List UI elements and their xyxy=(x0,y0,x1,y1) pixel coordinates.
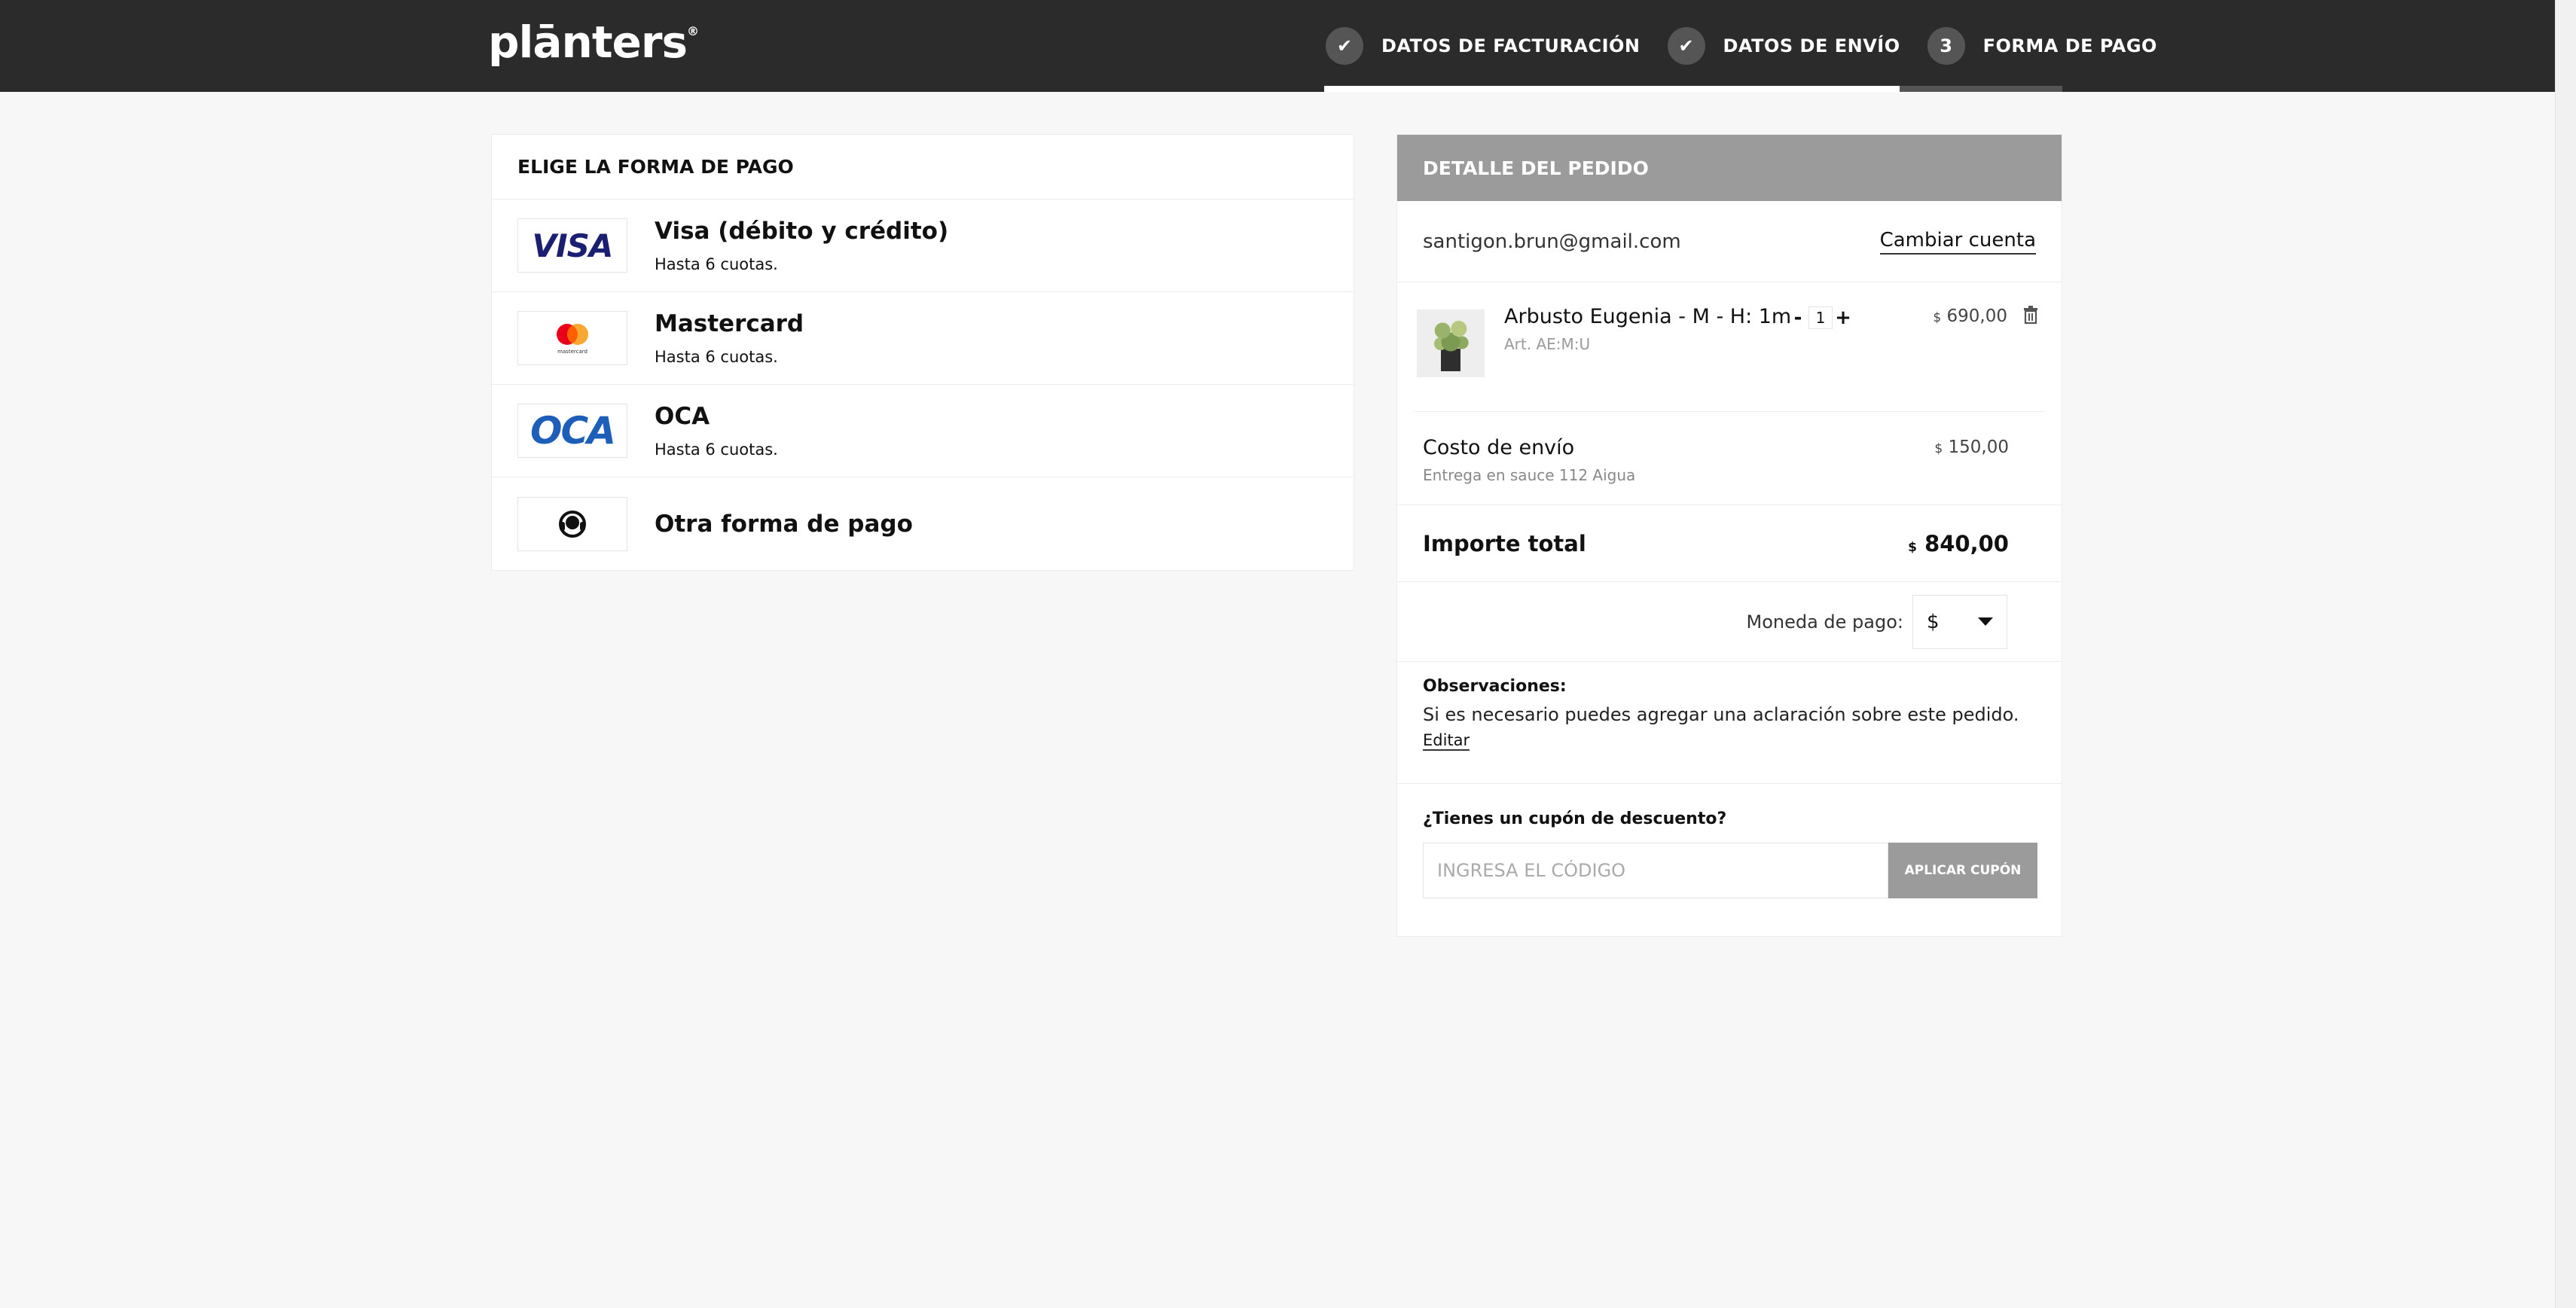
product-price: $ 690,00 xyxy=(1933,306,2007,326)
payment-option-other[interactable]: Otra forma de pago xyxy=(492,477,1354,570)
currency-select[interactable]: $ xyxy=(1912,594,2007,649)
payment-option-name: Mastercard xyxy=(655,310,804,337)
mastercard-logo-text: mastercard xyxy=(557,349,588,355)
apply-coupon-button[interactable]: APLICAR CUPÓN xyxy=(1888,843,2037,898)
step-number: 3 xyxy=(1927,27,1965,65)
change-account-link[interactable]: Cambiar cuenta xyxy=(1879,229,2036,255)
payment-option-sub: Hasta 6 cuotas. xyxy=(655,255,778,273)
step-billing[interactable]: ✔ DATOS DE FACTURACIÓN xyxy=(1326,27,1641,65)
brand-name: plānters xyxy=(488,17,688,68)
currency-symbol: $ xyxy=(1908,539,1917,555)
coupon-title: ¿Tienes un cupón de descuento? xyxy=(1423,809,1727,828)
account-email: santigon.brun@gmail.com xyxy=(1423,230,1681,253)
headset-icon xyxy=(517,496,627,551)
payment-option-oca[interactable]: OCA OCA Hasta 6 cuotas. xyxy=(492,385,1354,477)
shipping-price: $ 150,00 xyxy=(1934,438,2009,457)
notes-text: Si es necesario puedes agregar una aclar… xyxy=(1423,704,2019,725)
payment-option-name: Visa (débito y crédito) xyxy=(655,218,949,245)
total-label: Importe total xyxy=(1423,530,1586,556)
step-shipping-label: DATOS DE ENVÍO xyxy=(1723,35,1900,56)
chevron-down-icon xyxy=(1978,617,1993,626)
check-icon: ✔ xyxy=(1326,27,1363,65)
order-detail-card: DETALLE DEL PEDIDO santigon.brun@gmail.c… xyxy=(1396,134,2062,937)
notes-section: Observaciones: Si es necesario puedes ag… xyxy=(1397,662,2062,784)
currency-row: Moneda de pago: $ xyxy=(1397,582,2062,662)
checkout-steps: ✔ DATOS DE FACTURACIÓN ✔ DATOS DE ENVÍO … xyxy=(1326,27,2157,65)
currency-symbol: $ xyxy=(1933,310,1942,325)
payment-methods-card: ELIGE LA FORMA DE PAGO VISA Visa (débito… xyxy=(491,134,1354,571)
step-shipping[interactable]: ✔ DATOS DE ENVÍO xyxy=(1667,27,1900,65)
notes-title: Observaciones: xyxy=(1423,677,1567,696)
trash-icon[interactable] xyxy=(2022,305,2039,325)
oca-logo: OCA xyxy=(517,404,627,458)
total-row: Importe total $ 840,00 xyxy=(1397,505,2062,582)
order-title: DETALLE DEL PEDIDO xyxy=(1397,135,2062,201)
price-value: 690,00 xyxy=(1946,306,2007,326)
page-scrollbar[interactable] xyxy=(2555,0,2576,1308)
mastercard-logo-icon: mastercard xyxy=(557,324,588,355)
payment-option-sub: Hasta 6 cuotas. xyxy=(655,441,778,459)
payment-option-name: OCA xyxy=(655,403,710,430)
visa-logo: VISA xyxy=(517,218,627,273)
shipping-row: Costo de envío Entrega en sauce 112 Aigu… xyxy=(1397,412,2062,505)
check-icon: ✔ xyxy=(1667,27,1705,65)
step-payment[interactable]: 3 FORMA DE PAGO xyxy=(1927,27,2157,65)
account-row: santigon.brun@gmail.com Cambiar cuenta xyxy=(1397,201,2062,282)
qty-value[interactable]: 1 xyxy=(1808,306,1833,329)
cart-item: Arbusto Eugenia - M - H: 1m Art. AE:M:U … xyxy=(1414,282,2045,412)
quantity-stepper: - 1 + xyxy=(1787,306,1854,329)
progress-fill xyxy=(1324,86,1900,92)
total-value: $ 840,00 xyxy=(1908,531,2009,556)
coupon-input[interactable] xyxy=(1423,843,1888,898)
qty-increase-button[interactable]: + xyxy=(1833,306,1854,329)
progress-bar xyxy=(1324,86,2062,92)
step-billing-label: DATOS DE FACTURACIÓN xyxy=(1381,35,1641,56)
shipping-address: Entrega en sauce 112 Aigua xyxy=(1423,466,1636,484)
currency-selected: $ xyxy=(1927,610,1940,633)
total-amount: 840,00 xyxy=(1924,530,2009,556)
price-value: 150,00 xyxy=(1948,438,2009,457)
oca-logo-text: OCA xyxy=(530,409,616,453)
notes-edit-link[interactable]: Editar xyxy=(1423,731,1470,751)
payment-option-mastercard[interactable]: mastercard Mastercard Hasta 6 cuotas. xyxy=(492,292,1354,385)
planters-logo[interactable]: plānters® xyxy=(488,17,699,68)
product-image xyxy=(1417,309,1485,377)
mastercard-logo: mastercard xyxy=(517,311,627,365)
currency-symbol: $ xyxy=(1934,441,1943,456)
registered-mark: ® xyxy=(687,24,699,38)
product-name: Arbusto Eugenia - M - H: 1m xyxy=(1504,305,1792,328)
visa-logo-text: VISA xyxy=(532,227,614,264)
shipping-label: Costo de envío xyxy=(1423,436,1575,459)
payment-option-sub: Hasta 6 cuotas. xyxy=(655,348,778,366)
currency-label: Moneda de pago: xyxy=(1746,611,1903,633)
qty-decrease-button[interactable]: - xyxy=(1787,306,1808,329)
product-sku: Art. AE:M:U xyxy=(1504,335,1591,353)
payment-title: ELIGE LA FORMA DE PAGO xyxy=(492,135,1354,200)
step-payment-label: FORMA DE PAGO xyxy=(1982,35,2157,56)
top-header: plānters® ✔ DATOS DE FACTURACIÓN ✔ DATOS… xyxy=(0,0,2555,92)
payment-option-visa[interactable]: VISA Visa (débito y crédito) Hasta 6 cuo… xyxy=(492,200,1354,292)
payment-option-name: Otra forma de pago xyxy=(655,510,913,538)
